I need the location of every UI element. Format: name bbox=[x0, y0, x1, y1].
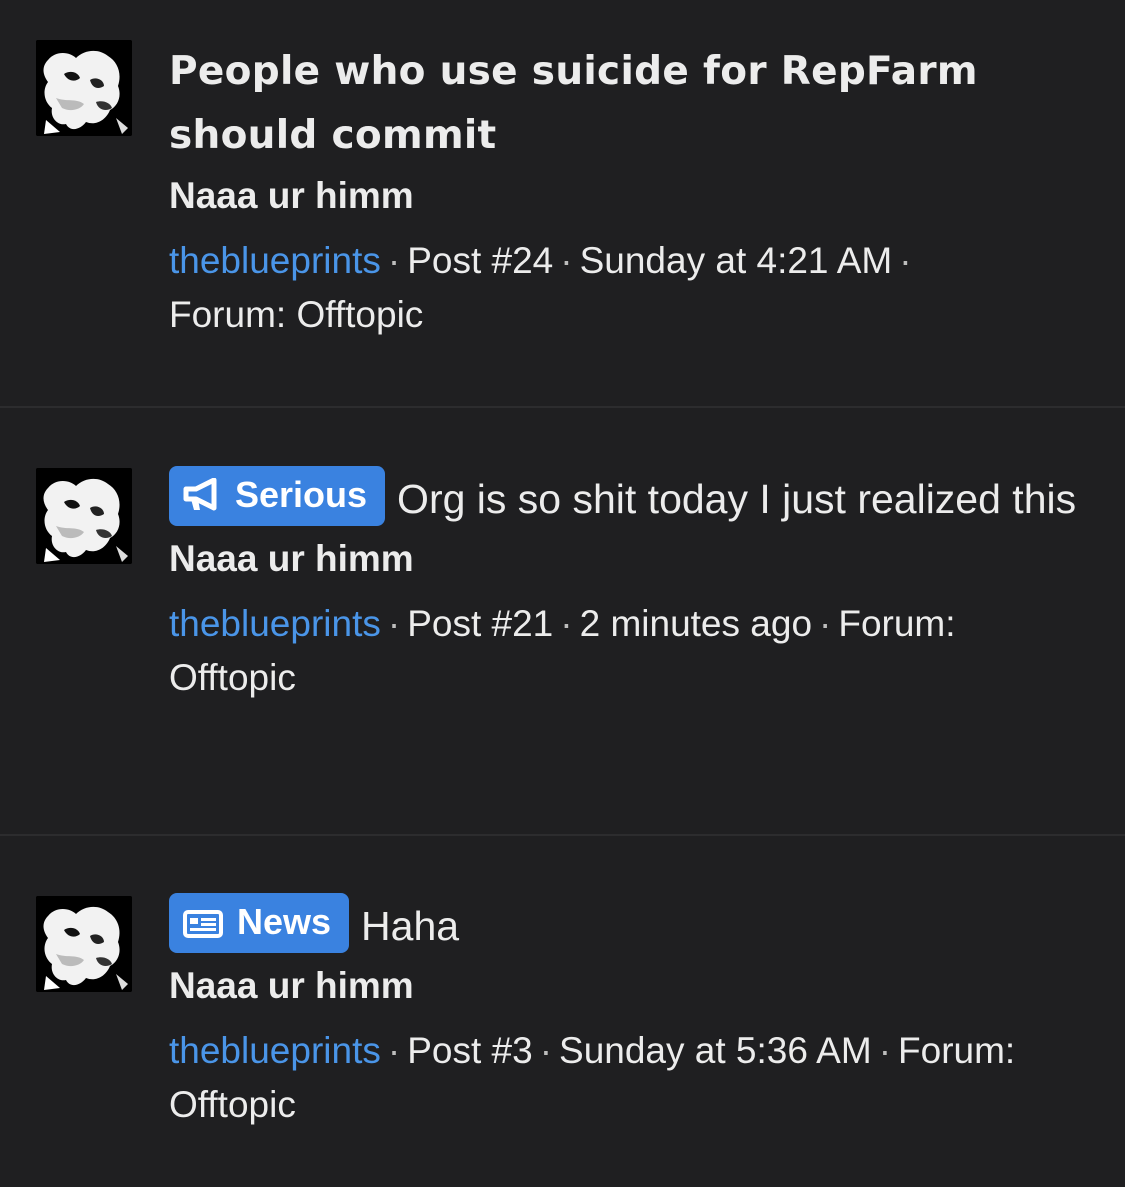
result-item[interactable]: People who use suicide for RepFarm shoul… bbox=[0, 0, 1125, 408]
meta-separator: · bbox=[819, 603, 832, 644]
result-content: News Haha Naaa ur himm theblueprints · Post… bbox=[169, 893, 1089, 1132]
post-time: Sunday at 4:21 AM bbox=[579, 240, 893, 281]
meta-separator: · bbox=[387, 1030, 401, 1071]
meta-separator: · bbox=[878, 1030, 892, 1071]
avatar[interactable] bbox=[36, 468, 132, 564]
megaphone-icon bbox=[183, 478, 217, 511]
prefix-label: News bbox=[237, 901, 332, 942]
post-number[interactable]: Post #24 bbox=[407, 240, 553, 281]
thread-author: Naaa ur himm bbox=[169, 538, 414, 579]
avatar-image bbox=[36, 896, 132, 992]
post-time: 2 minutes ago bbox=[579, 603, 813, 644]
thread-title[interactable]: People who use suicide for RepFarm shoul… bbox=[169, 40, 1089, 168]
prefix-badge[interactable]: Serious bbox=[169, 466, 386, 526]
forum-link[interactable]: Forum: Offtopic bbox=[169, 294, 423, 335]
search-results-list: People who use suicide for RepFarm shoul… bbox=[0, 0, 1125, 1187]
prefix-label: Serious bbox=[235, 474, 368, 515]
username-link[interactable]: theblueprints bbox=[169, 1030, 381, 1071]
avatar[interactable] bbox=[36, 40, 132, 136]
post-number[interactable]: Post #3 bbox=[407, 1030, 532, 1071]
post-time: Sunday at 5:36 AM bbox=[559, 1030, 872, 1071]
thread-title[interactable]: News Haha bbox=[169, 893, 1089, 958]
meta-separator: · bbox=[899, 240, 912, 281]
thread-author: Naaa ur himm bbox=[169, 965, 414, 1006]
meta-separator: · bbox=[539, 1030, 553, 1071]
post-meta: theblueprints · Post #3 · Sunday at 5:36 AM ·… bbox=[169, 1024, 1089, 1132]
result-item[interactable]: Serious Org is so shit today I just reali… bbox=[0, 408, 1125, 836]
meta-separator: · bbox=[560, 240, 573, 281]
post-meta: theblueprints · Post #21 · 2 minutes ago · For… bbox=[169, 597, 1089, 705]
username-link[interactable]: theblueprints bbox=[169, 603, 381, 644]
thread-title-text[interactable]: People who use suicide for RepFarm shoul… bbox=[169, 49, 978, 158]
post-meta: theblueprints · Post #24 · Sunday at 4:21 AM… bbox=[169, 234, 1089, 342]
prefix-badge[interactable]: News bbox=[169, 893, 350, 953]
meta-separator: · bbox=[387, 603, 401, 644]
avatar-image bbox=[36, 468, 132, 564]
meta-separator: · bbox=[387, 240, 401, 281]
thread-author: Naaa ur himm bbox=[169, 175, 414, 216]
result-item[interactable]: News Haha Naaa ur himm theblueprints · Post… bbox=[0, 836, 1125, 1187]
post-number[interactable]: Post #21 bbox=[407, 603, 553, 644]
result-content: Serious Org is so shit today I just reali… bbox=[169, 466, 1089, 705]
result-content: People who use suicide for RepFarm shoul… bbox=[169, 40, 1089, 342]
thread-title-text[interactable]: Org is so shit today I just realized thi… bbox=[397, 476, 1076, 522]
avatar[interactable] bbox=[36, 896, 132, 992]
meta-separator: · bbox=[560, 603, 573, 644]
newspaper-icon bbox=[183, 910, 223, 938]
avatar-image bbox=[36, 40, 132, 136]
username-link[interactable]: theblueprints bbox=[169, 240, 381, 281]
thread-title[interactable]: Serious Org is so shit today I just reali… bbox=[169, 466, 1089, 531]
thread-title-text[interactable]: Haha bbox=[361, 903, 459, 949]
